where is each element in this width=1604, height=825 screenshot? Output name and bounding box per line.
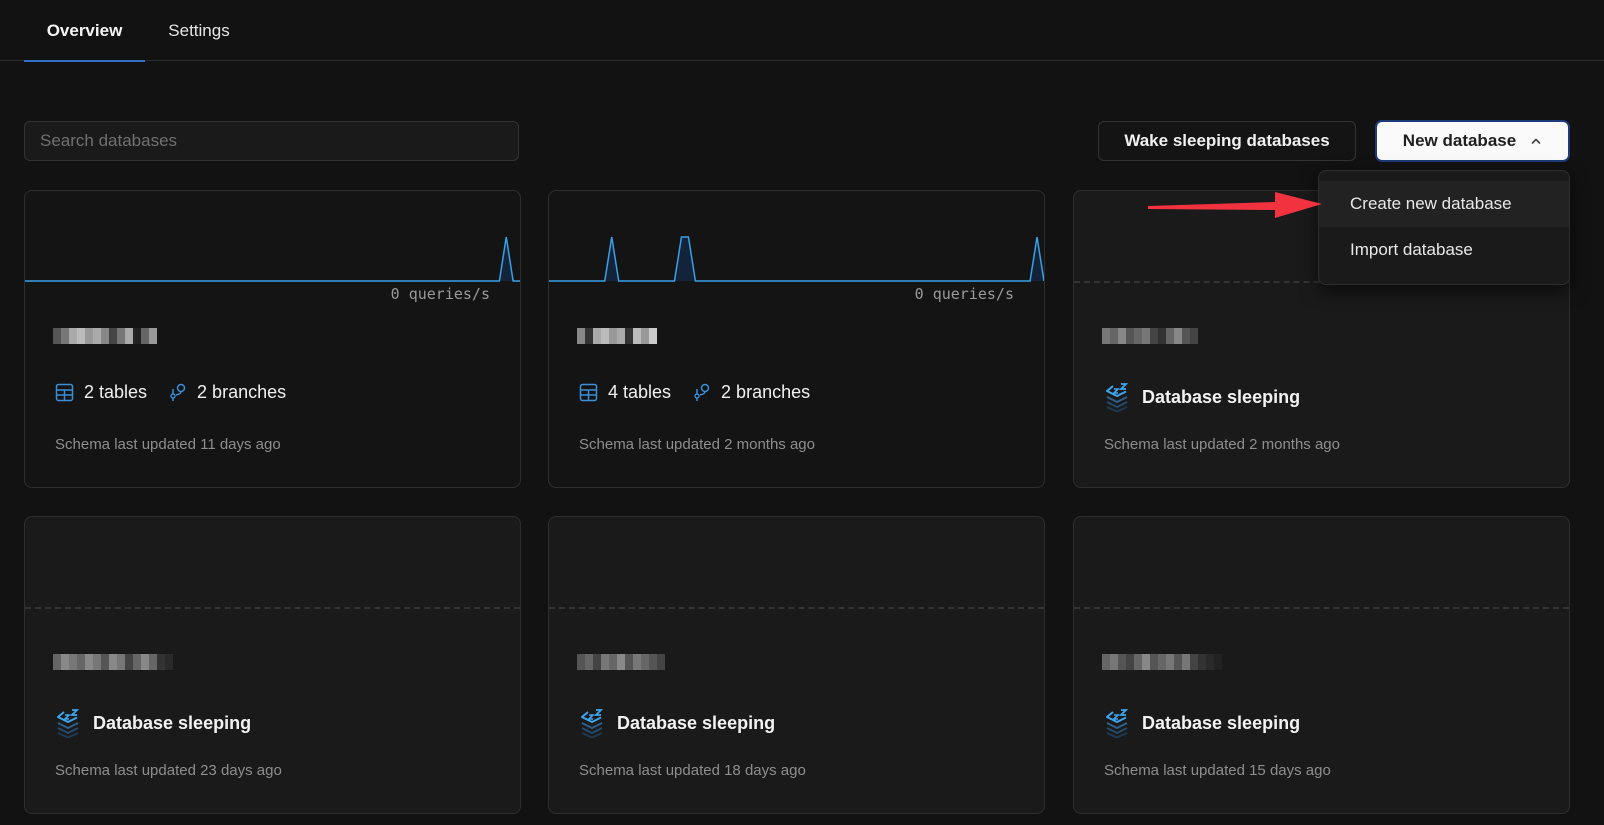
branch-icon	[170, 383, 186, 401]
database-name-redacted	[577, 654, 665, 670]
tab-overview[interactable]: Overview	[24, 0, 145, 62]
database-card[interactable]: Database sleeping Schema last updated 15 …	[1073, 516, 1570, 814]
table-count: 4 tables	[579, 382, 671, 403]
sleeping-label: Database sleeping	[93, 712, 252, 733]
chart-placeholder-divider	[1074, 607, 1569, 609]
database-card[interactable]: 0 queries/s 2 tables 2 branches Schema last…	[24, 190, 521, 488]
database-sleeping-icon	[581, 709, 604, 738]
activity-line	[549, 236, 1044, 282]
wake-sleeping-databases-button[interactable]: Wake sleeping databases	[1098, 121, 1356, 161]
activity-area	[549, 237, 1044, 281]
branch-count-label: 2 branches	[721, 382, 811, 402]
tab-settings[interactable]: Settings	[145, 0, 253, 61]
sleeping-status: Database sleeping	[55, 708, 251, 738]
schema-last-updated: Schema last updated 11 days ago	[55, 436, 281, 453]
chart-placeholder-divider	[549, 607, 1044, 609]
table-count-label: 4 tables	[608, 382, 672, 402]
sleeping-label: Database sleeping	[617, 712, 776, 733]
sleeping-status: Database sleeping	[579, 708, 775, 738]
query-activity-chart	[25, 236, 520, 282]
database-name-redacted	[53, 328, 157, 344]
table-icon	[55, 383, 74, 402]
database-sleeping-icon	[1106, 383, 1129, 412]
database-card[interactable]: 0 queries/s 4 tables 2 branches Schema last…	[548, 190, 1045, 488]
chart-placeholder-divider	[25, 607, 520, 609]
table-count-label: 2 tables	[84, 382, 148, 402]
schema-last-updated: Schema last updated 2 months ago	[1104, 436, 1340, 453]
database-card[interactable]: Database sleeping Schema last updated 18 …	[548, 516, 1045, 814]
menu-item-create-new-database[interactable]: Create new database	[1319, 181, 1569, 227]
database-name-redacted	[1102, 654, 1222, 670]
queries-per-second: 0 queries/s	[914, 285, 1014, 303]
sleeping-status: Database sleeping	[1104, 708, 1300, 738]
schema-last-updated: Schema last updated 18 days ago	[579, 762, 806, 779]
database-name-redacted	[577, 328, 657, 344]
new-database-menu: Create new database Import database	[1318, 170, 1570, 285]
query-activity-chart	[549, 236, 1044, 282]
sleeping-label: Database sleeping	[1142, 386, 1301, 407]
database-card[interactable]: Database sleeping Schema last updated 23 …	[24, 516, 521, 814]
search-input[interactable]	[24, 121, 519, 161]
new-database-label: New database	[1402, 131, 1517, 150]
queries-per-second: 0 queries/s	[390, 285, 490, 303]
table-icon	[579, 383, 598, 402]
branch-count: 2 branches	[169, 382, 286, 403]
branch-count: 2 branches	[693, 382, 810, 403]
table-count: 2 tables	[55, 382, 147, 403]
activity-line	[25, 236, 520, 282]
chevron-up-icon	[1531, 138, 1541, 144]
sleeping-status: Database sleeping	[1104, 382, 1300, 412]
database-name-redacted	[1102, 328, 1198, 344]
database-sleeping-icon	[1106, 709, 1129, 738]
schema-last-updated: Schema last updated 2 months ago	[579, 436, 815, 453]
menu-item-import-database[interactable]: Import database	[1319, 227, 1569, 273]
branch-icon	[694, 383, 710, 401]
schema-last-updated: Schema last updated 23 days ago	[55, 762, 282, 779]
database-stats: 4 tables 2 branches	[579, 382, 832, 403]
activity-area	[25, 237, 520, 281]
new-database-button[interactable]: New database	[1375, 120, 1570, 162]
branch-count-label: 2 branches	[197, 382, 287, 402]
tab-bar: Overview Settings	[0, 0, 1604, 62]
database-name-redacted	[53, 654, 173, 670]
sleeping-label: Database sleeping	[1142, 712, 1301, 733]
database-sleeping-icon	[57, 709, 80, 738]
database-stats: 2 tables 2 branches	[55, 382, 308, 403]
schema-last-updated: Schema last updated 15 days ago	[1104, 762, 1331, 779]
